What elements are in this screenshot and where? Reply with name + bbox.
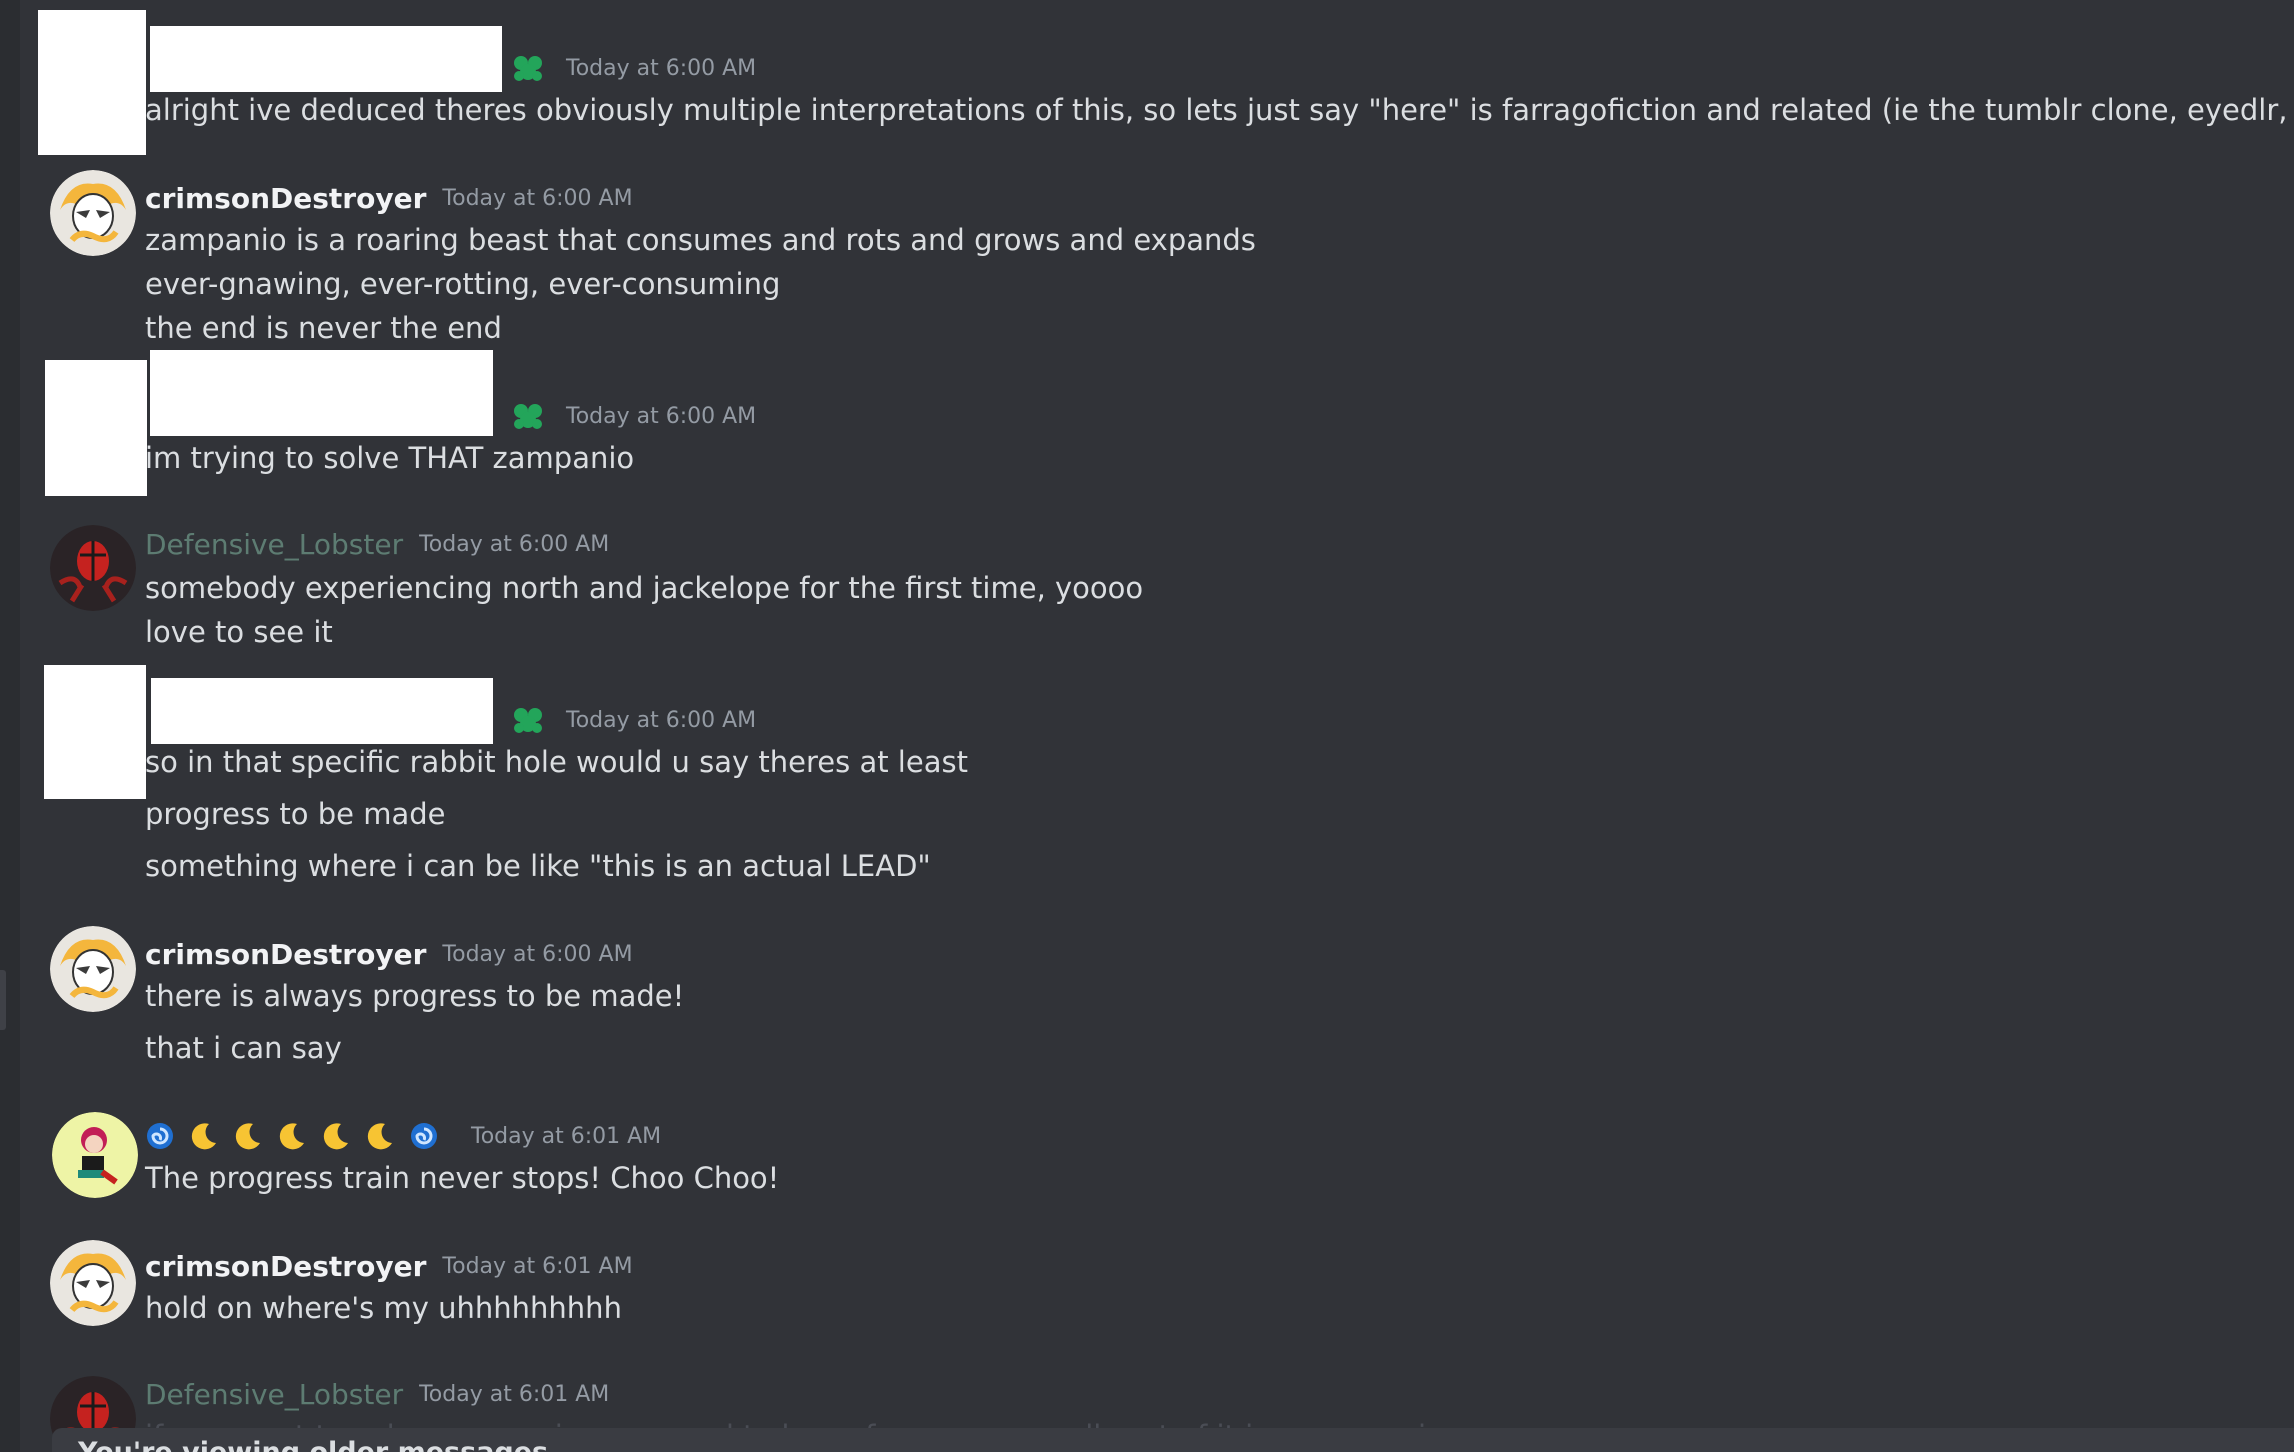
message-text: hold on where's my uhhhhhhhhh — [145, 1291, 622, 1325]
message-header: crimsonDestroyer Today at 6:00 AM — [145, 178, 633, 218]
message-text: im trying to solve THAT zampanio — [145, 441, 635, 475]
username[interactable]: Defensive_Lobster — [145, 1378, 403, 1411]
message-header: Today at 6:00 AM — [510, 48, 756, 88]
older-messages-label[interactable]: You're viewing older messages — [78, 1437, 548, 1452]
scroll-handle[interactable] — [0, 970, 6, 1030]
message-header: Today at 6:00 AM — [510, 396, 756, 436]
avatar-crimsondestroyer[interactable] — [50, 1240, 136, 1326]
username[interactable]: crimsonDestroyer — [145, 938, 426, 971]
redacted-username — [150, 26, 502, 92]
username-emoji[interactable] — [145, 1121, 453, 1151]
chat-window: Today at 6:00 AM alright ive deduced the… — [0, 0, 2294, 1452]
message-text: there is always progress to be made! — [145, 979, 685, 1013]
redacted-username — [150, 350, 493, 436]
crescent-moon-emoji-icon — [191, 1123, 216, 1150]
redacted-username — [151, 678, 493, 744]
message-header: crimsonDestroyer Today at 6:00 AM — [145, 934, 633, 974]
message-timestamp[interactable]: Today at 6:01 AM — [471, 1124, 661, 1149]
message-header: Today at 6:01 AM — [145, 1116, 661, 1156]
avatar-emoji-user[interactable] — [52, 1112, 138, 1198]
message-header: Defensive_Lobster Today at 6:01 AM — [145, 1374, 609, 1414]
message-timestamp[interactable]: Today at 6:01 AM — [419, 1382, 609, 1407]
redacted-avatar — [38, 10, 146, 155]
message-text: The progress train never stops! Choo Cho… — [145, 1161, 780, 1195]
clover-role-icon[interactable] — [510, 702, 546, 738]
crescent-moon-emoji-icon — [235, 1123, 260, 1150]
clover-role-icon[interactable] — [510, 398, 546, 434]
avatar-crimsondestroyer[interactable] — [50, 926, 136, 1012]
message-timestamp[interactable]: Today at 6:00 AM — [419, 532, 609, 557]
message-text: progress to be made — [145, 797, 446, 831]
channel-sidebar-edge — [0, 0, 20, 1452]
redacted-avatar — [44, 665, 146, 799]
message-text: zampanio is a roaring beast that consume… — [145, 223, 1256, 257]
message-text: the end is never the end — [145, 311, 502, 345]
username[interactable]: crimsonDestroyer — [145, 182, 426, 215]
message-text: something where i can be like "this is a… — [145, 849, 931, 883]
message-timestamp[interactable]: Today at 6:00 AM — [442, 186, 632, 211]
redacted-avatar — [45, 360, 147, 496]
message-timestamp[interactable]: Today at 6:01 AM — [442, 1254, 632, 1279]
message-text: that i can say — [145, 1031, 342, 1065]
message-header: Today at 6:00 AM — [510, 700, 756, 740]
message-text: ever-gnawing, ever-rotting, ever-consumi… — [145, 267, 781, 301]
spiral-emoji-icon — [147, 1123, 173, 1149]
avatar-defensive-lobster[interactable] — [50, 525, 136, 611]
avatar-crimsondestroyer[interactable] — [50, 170, 136, 256]
message-text: so in that specific rabbit hole would u … — [145, 745, 968, 779]
crescent-moon-emoji-icon — [367, 1123, 392, 1150]
crescent-moon-emoji-icon — [279, 1123, 304, 1150]
message-timestamp[interactable]: Today at 6:00 AM — [566, 56, 756, 81]
spiral-emoji-icon — [411, 1123, 437, 1149]
message-timestamp[interactable]: Today at 6:00 AM — [566, 708, 756, 733]
message-timestamp[interactable]: Today at 6:00 AM — [566, 404, 756, 429]
message-header: crimsonDestroyer Today at 6:01 AM — [145, 1246, 633, 1286]
message-text: alright ive deduced theres obviously mul… — [145, 93, 2294, 127]
message-timestamp[interactable]: Today at 6:00 AM — [442, 942, 632, 967]
username[interactable]: Defensive_Lobster — [145, 528, 403, 561]
message-text: somebody experiencing north and jackelop… — [145, 571, 1144, 605]
crescent-moon-emoji-icon — [323, 1123, 348, 1150]
username[interactable]: crimsonDestroyer — [145, 1250, 426, 1283]
message-text: love to see it — [145, 615, 333, 649]
clover-role-icon[interactable] — [510, 50, 546, 86]
message-header: Defensive_Lobster Today at 6:00 AM — [145, 524, 609, 564]
